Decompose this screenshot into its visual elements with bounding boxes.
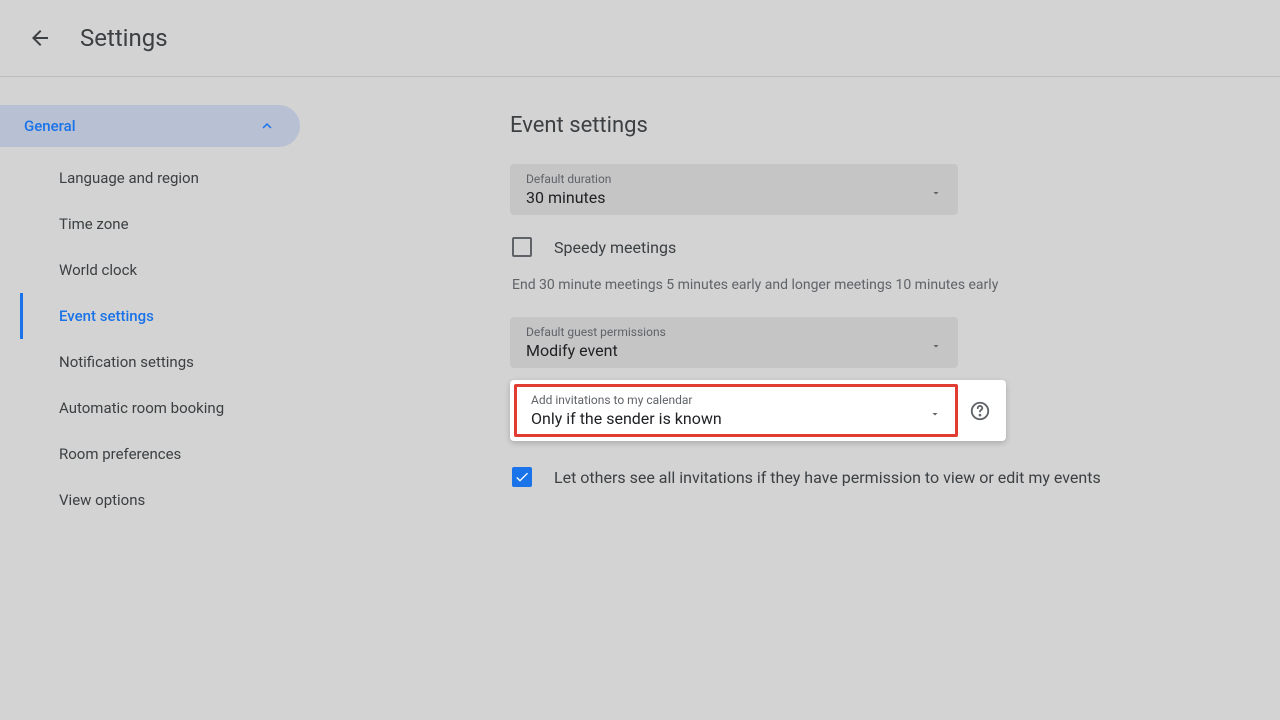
main-content: Event settings Default duration 30 minut… (300, 105, 1280, 523)
chevron-up-icon (258, 117, 276, 135)
sidebar-item-view-options[interactable]: View options (20, 477, 300, 523)
sidebar-item-room-preferences[interactable]: Room preferences (20, 431, 300, 477)
sidebar-item-timezone[interactable]: Time zone (20, 201, 300, 247)
default-duration-label: Default duration (526, 172, 611, 186)
dropdown-arrow-icon (929, 405, 941, 417)
speedy-meetings-checkbox[interactable] (512, 237, 532, 257)
dropdown-arrow-icon (930, 337, 942, 349)
check-icon (514, 469, 530, 485)
sidebar: General Language and region Time zone Wo… (0, 105, 300, 523)
sidebar-section-general[interactable]: General (0, 105, 300, 147)
back-arrow-icon[interactable] (28, 26, 52, 50)
page-title: Settings (80, 24, 168, 52)
sidebar-items: Language and region Time zone World cloc… (20, 155, 300, 523)
help-button[interactable] (958, 384, 1002, 437)
guest-permissions-label: Default guest permissions (526, 325, 666, 339)
dropdown-arrow-icon (930, 184, 942, 196)
help-icon (969, 400, 991, 422)
section-title: Event settings (510, 113, 1280, 138)
content: General Language and region Time zone Wo… (0, 77, 1280, 523)
guest-permissions-value: Modify event (526, 341, 666, 360)
add-invitations-label: Add invitations to my calendar (531, 393, 722, 407)
speedy-meetings-row: Speedy meetings (510, 227, 1280, 267)
header: Settings (0, 0, 1280, 77)
add-invitations-value: Only if the sender is known (531, 409, 722, 428)
default-duration-select[interactable]: Default duration 30 minutes (510, 164, 958, 215)
sidebar-item-event-settings[interactable]: Event settings (20, 293, 300, 339)
sidebar-item-language[interactable]: Language and region (20, 155, 300, 201)
add-invitations-row: Add invitations to my calendar Only if t… (510, 380, 1006, 441)
see-invitations-label: Let others see all invitations if they h… (554, 468, 1101, 487)
default-duration-value: 30 minutes (526, 188, 611, 207)
speedy-meetings-label: Speedy meetings (554, 238, 676, 257)
sidebar-item-room-booking[interactable]: Automatic room booking (20, 385, 300, 431)
sidebar-item-worldclock[interactable]: World clock (20, 247, 300, 293)
sidebar-section-label: General (24, 117, 76, 135)
sidebar-item-notification[interactable]: Notification settings (20, 339, 300, 385)
add-invitations-select[interactable]: Add invitations to my calendar Only if t… (514, 384, 958, 437)
see-invitations-row: Let others see all invitations if they h… (510, 457, 1280, 497)
see-invitations-checkbox[interactable] (512, 467, 532, 487)
speedy-description: End 30 minute meetings 5 minutes early a… (510, 277, 1280, 293)
guest-permissions-select[interactable]: Default guest permissions Modify event (510, 317, 958, 368)
